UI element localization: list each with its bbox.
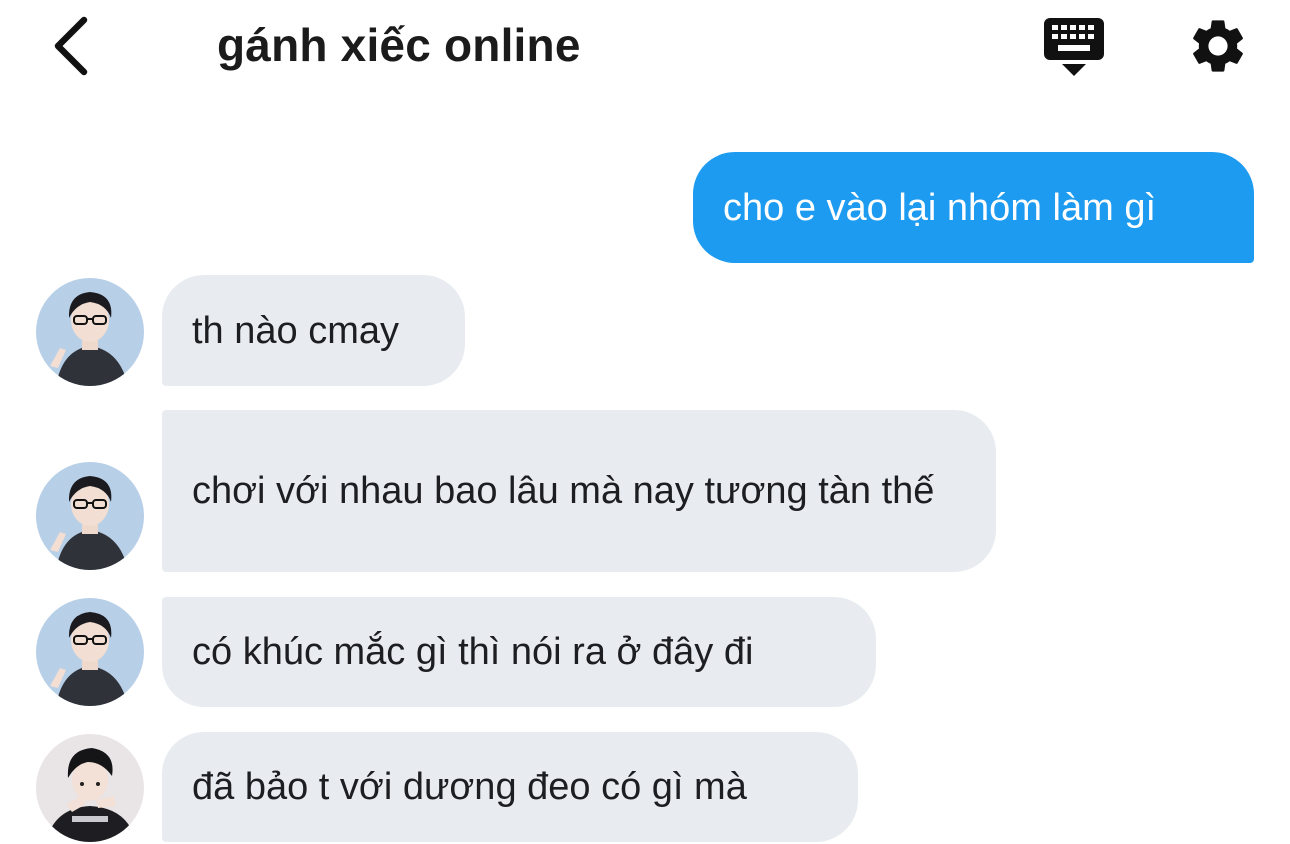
avatar[interactable] [36, 462, 144, 570]
received-message-bubble[interactable]: đã bảo t với dương đeo có gì mà [162, 732, 858, 842]
gear-icon [1193, 20, 1243, 72]
received-message-bubble[interactable]: th nào cmay [162, 275, 465, 386]
message-text: có khúc mắc gì thì nói ra ở đây đi [192, 631, 754, 673]
chevron-left-icon [54, 16, 88, 76]
avatar[interactable] [36, 734, 144, 842]
message-text: cho e vào lại nhóm làm gì [723, 186, 1157, 229]
back-button[interactable] [38, 12, 102, 80]
keyboard-icon [1044, 18, 1104, 76]
received-message-bubble[interactable]: chơi với nhau bao lâu mà nay tương tàn t… [162, 410, 996, 572]
avatar[interactable] [36, 598, 144, 706]
chat-header: gánh xiếc online [0, 0, 1290, 100]
avatar-image [36, 278, 144, 386]
avatar-image [36, 462, 144, 570]
message-text: đã bảo t với dương đeo có gì mà [192, 766, 747, 808]
avatar[interactable] [36, 278, 144, 386]
avatar-image [36, 598, 144, 706]
settings-button[interactable] [1186, 14, 1250, 78]
avatar-image [36, 734, 144, 842]
message-text: th nào cmay [192, 309, 399, 352]
sent-message-bubble[interactable]: cho e vào lại nhóm làm gì [693, 152, 1254, 263]
conversation-title: gánh xiếc online [217, 19, 581, 71]
received-message-bubble[interactable]: có khúc mắc gì thì nói ra ở đây đi [162, 597, 876, 707]
message-text: chơi với nhau bao lâu mà nay tương tàn t… [192, 470, 935, 512]
keyboard-button[interactable] [1040, 14, 1108, 80]
chat-screen: gánh xiếc online cho e vào lại nhóm làm … [0, 0, 1290, 844]
